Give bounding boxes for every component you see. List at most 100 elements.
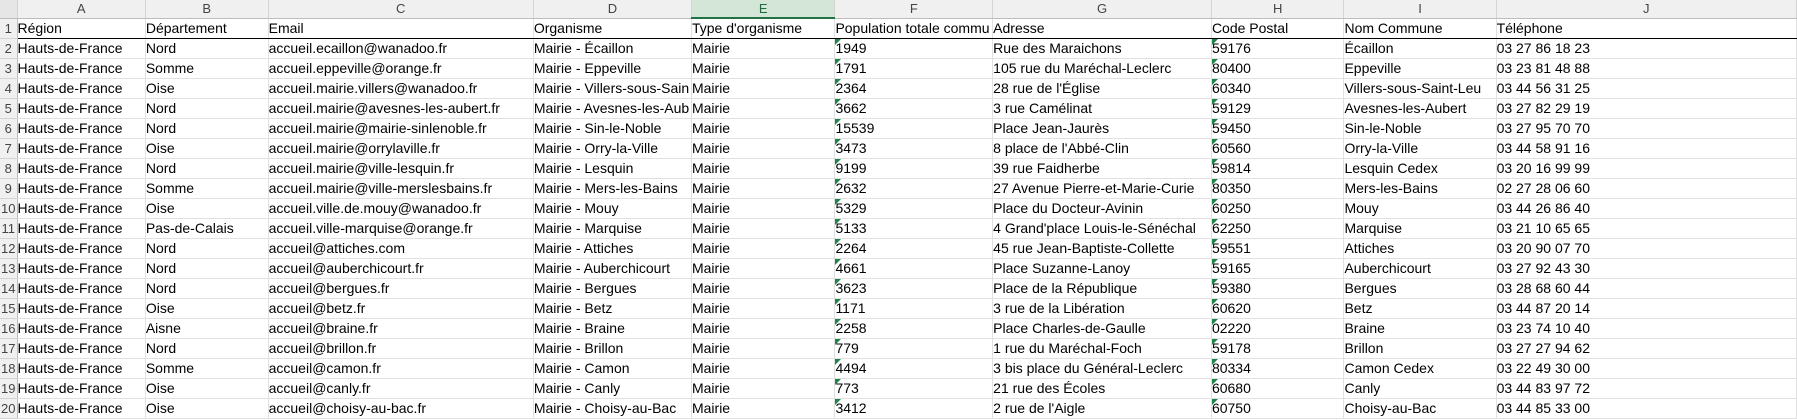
column-header-d[interactable]: D	[533, 0, 692, 19]
cell-d[interactable]: Mairie - Avesnes-les-Aub	[533, 98, 692, 119]
cell-i[interactable]: Auberchicourt	[1343, 258, 1497, 279]
cell-h[interactable]: 60250	[1211, 198, 1345, 219]
row-number[interactable]: 13	[0, 258, 18, 279]
cell-b[interactable]: Oise	[145, 78, 269, 99]
cell-a[interactable]: Hauts-de-France	[17, 278, 146, 299]
row-number[interactable]: 11	[0, 218, 18, 239]
cell-a[interactable]: Hauts-de-France	[17, 58, 146, 79]
row-number[interactable]: 1	[0, 18, 18, 39]
cell-g[interactable]: Place du Docteur-Avinin	[992, 198, 1212, 219]
cell-g[interactable]: 28 rue de l'Église	[992, 78, 1212, 99]
column-title-cell[interactable]: Nom Commune	[1343, 18, 1497, 39]
cell-h[interactable]: 59176	[1211, 38, 1345, 59]
cell-a[interactable]: Hauts-de-France	[17, 78, 146, 99]
cell-h[interactable]: 62250	[1211, 218, 1345, 239]
row-number[interactable]: 3	[0, 58, 18, 79]
cell-b[interactable]: Oise	[145, 138, 269, 159]
row-number[interactable]: 18	[0, 358, 18, 379]
cell-a[interactable]: Hauts-de-France	[17, 198, 146, 219]
cell-f[interactable]: 1949	[834, 38, 994, 59]
cell-c[interactable]: accueil@attiches.com	[268, 238, 534, 259]
cell-e[interactable]: Mairie	[691, 98, 836, 119]
cell-c[interactable]: accueil@betz.fr	[268, 298, 534, 319]
cell-f[interactable]: 3623	[834, 278, 994, 299]
cell-b[interactable]: Aisne	[145, 318, 269, 339]
column-title-cell[interactable]: Code Postal	[1211, 18, 1345, 39]
cell-b[interactable]: Nord	[145, 98, 269, 119]
column-header-h[interactable]: H	[1211, 0, 1345, 19]
column-header-b[interactable]: B	[145, 0, 269, 19]
cell-e[interactable]: Mairie	[691, 38, 836, 59]
cell-e[interactable]: Mairie	[691, 178, 836, 199]
cell-i[interactable]: Avesnes-les-Aubert	[1343, 98, 1497, 119]
cell-j[interactable]: 03 44 58 91 16	[1496, 138, 1797, 159]
cell-e[interactable]: Mairie	[691, 158, 836, 179]
cell-f[interactable]: 5329	[834, 198, 994, 219]
cell-i[interactable]: Villers-sous-Saint-Leu	[1343, 78, 1497, 99]
cell-g[interactable]: 45 rue Jean-Baptiste-Collette	[992, 238, 1212, 259]
cell-e[interactable]: Mairie	[691, 278, 836, 299]
cell-d[interactable]: Mairie - Attiches	[533, 238, 692, 259]
cell-c[interactable]: accueil@bergues.fr	[268, 278, 534, 299]
cell-j[interactable]: 03 23 74 10 40	[1496, 318, 1797, 339]
cell-i[interactable]: Mouy	[1343, 198, 1497, 219]
cell-a[interactable]: Hauts-de-France	[17, 158, 146, 179]
cell-j[interactable]: 02 27 28 06 60	[1496, 178, 1797, 199]
cell-g[interactable]: 3 rue de la Libération	[992, 298, 1212, 319]
cell-h[interactable]: 80400	[1211, 58, 1345, 79]
cell-d[interactable]: Mairie - Bergues	[533, 278, 692, 299]
cell-c[interactable]: accueil.ville.de.mouy@wanadoo.fr	[268, 198, 534, 219]
cell-c[interactable]: accueil.mairie.villers@wanadoo.fr	[268, 78, 534, 99]
cell-b[interactable]: Nord	[145, 38, 269, 59]
cell-j[interactable]: 03 27 82 29 19	[1496, 98, 1797, 119]
cell-e[interactable]: Mairie	[691, 318, 836, 339]
row-number[interactable]: 16	[0, 318, 18, 339]
cell-c[interactable]: accueil@choisy-au-bac.fr	[268, 398, 534, 419]
cell-d[interactable]: Mairie - Sin-le-Noble	[533, 118, 692, 139]
cell-j[interactable]: 03 27 95 70 70	[1496, 118, 1797, 139]
cell-a[interactable]: Hauts-de-France	[17, 298, 146, 319]
cell-c[interactable]: accueil.mairie@orrylaville.fr	[268, 138, 534, 159]
cell-h[interactable]: 02220	[1211, 318, 1345, 339]
cell-h[interactable]: 80334	[1211, 358, 1345, 379]
cell-i[interactable]: Brillon	[1343, 338, 1497, 359]
cell-h[interactable]: 60620	[1211, 298, 1345, 319]
cell-j[interactable]: 03 44 83 97 72	[1496, 378, 1797, 399]
row-number[interactable]: 10	[0, 198, 18, 219]
cell-a[interactable]: Hauts-de-France	[17, 138, 146, 159]
column-header-g[interactable]: G	[992, 0, 1212, 19]
cell-b[interactable]: Nord	[145, 238, 269, 259]
cell-g[interactable]: 2 rue de l'Aigle	[992, 398, 1212, 419]
column-header-c[interactable]: C	[268, 0, 534, 19]
cell-d[interactable]: Mairie - Eppeville	[533, 58, 692, 79]
cell-d[interactable]: Mairie - Lesquin	[533, 158, 692, 179]
cell-e[interactable]: Mairie	[691, 358, 836, 379]
cell-j[interactable]: 03 21 10 65 65	[1496, 218, 1797, 239]
cell-j[interactable]: 03 44 85 33 00	[1496, 398, 1797, 419]
cell-j[interactable]: 03 20 90 07 70	[1496, 238, 1797, 259]
cell-e[interactable]: Mairie	[691, 298, 836, 319]
cell-f[interactable]: 2364	[834, 78, 994, 99]
cell-i[interactable]: Bergues	[1343, 278, 1497, 299]
column-title-cell[interactable]: Email	[268, 18, 534, 39]
row-number[interactable]: 20	[0, 398, 18, 419]
cell-a[interactable]: Hauts-de-France	[17, 98, 146, 119]
cell-d[interactable]: Mairie - Braine	[533, 318, 692, 339]
cell-c[interactable]: accueil.ecaillon@wanadoo.fr	[268, 38, 534, 59]
cell-g[interactable]: 39 rue Faidherbe	[992, 158, 1212, 179]
row-number[interactable]: 7	[0, 138, 18, 159]
select-all-corner[interactable]	[0, 0, 18, 19]
cell-g[interactable]: 105 rue du Maréchal-Leclerc	[992, 58, 1212, 79]
cell-j[interactable]: 03 44 87 20 14	[1496, 298, 1797, 319]
cell-f[interactable]: 2258	[834, 318, 994, 339]
row-number[interactable]: 8	[0, 158, 18, 179]
cell-a[interactable]: Hauts-de-France	[17, 258, 146, 279]
cell-i[interactable]: Sin-le-Noble	[1343, 118, 1497, 139]
cell-i[interactable]: Betz	[1343, 298, 1497, 319]
cell-i[interactable]: Mers-les-Bains	[1343, 178, 1497, 199]
cell-f[interactable]: 4661	[834, 258, 994, 279]
cell-j[interactable]: 03 27 27 94 62	[1496, 338, 1797, 359]
cell-a[interactable]: Hauts-de-France	[17, 378, 146, 399]
cell-b[interactable]: Nord	[145, 338, 269, 359]
cell-c[interactable]: accueil@camon.fr	[268, 358, 534, 379]
